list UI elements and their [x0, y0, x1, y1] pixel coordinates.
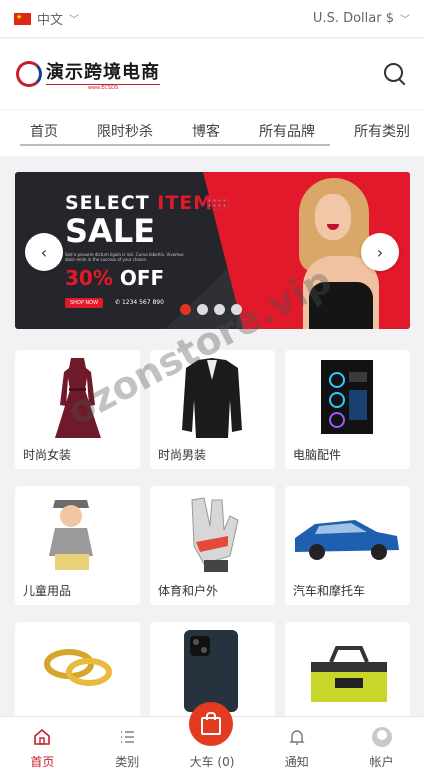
toolbag-image: [311, 646, 387, 702]
tab-notifications-label: 通知: [284, 755, 309, 769]
carousel-dot[interactable]: [214, 304, 225, 315]
category-card-kids[interactable]: 儿童用品: [15, 486, 140, 605]
category-card-mens-fashion[interactable]: 时尚男装: [150, 350, 275, 469]
decorative-dots: [207, 198, 229, 210]
nav-item-categories[interactable]: 所有类别: [354, 121, 410, 141]
blazer-image: [182, 358, 242, 438]
search-button[interactable]: [382, 61, 408, 87]
carousel-next-button[interactable]: ›: [361, 233, 399, 271]
logo-subtitle: www.ECSDS: [46, 83, 160, 91]
category-label: 电脑配件: [293, 448, 342, 462]
tab-account[interactable]: 帐户: [339, 717, 424, 775]
carousel-dots: [180, 304, 242, 315]
dress-image: [55, 358, 101, 438]
tab-account-label: 帐户: [369, 755, 394, 769]
chevron-down-icon: ﹀: [400, 15, 410, 26]
nav-item-brands[interactable]: 所有品牌: [259, 121, 315, 141]
tab-categories-label: 类别: [115, 755, 140, 769]
carousel-prev-button[interactable]: ‹: [25, 233, 63, 271]
rings-image: [44, 649, 112, 686]
nav-item-flash-sale[interactable]: 限时秒杀: [97, 121, 153, 141]
category-card-jewelry[interactable]: [15, 622, 140, 722]
logo-icon: [16, 61, 42, 87]
currency-label: U.S. Dollar $: [312, 11, 394, 26]
cart-button[interactable]: [189, 702, 233, 746]
tab-categories[interactable]: 类别: [85, 717, 170, 775]
category-card-womens-fashion[interactable]: 时尚女装: [15, 350, 140, 469]
list-icon: [121, 731, 135, 743]
language-label: 中文: [37, 13, 64, 28]
phone-image: [184, 630, 238, 712]
header: 演示跨境电商 www.ECSDS: [0, 39, 424, 109]
category-label: 体育和户外: [158, 584, 219, 598]
carousel-dot[interactable]: [231, 304, 242, 315]
carousel-dot[interactable]: [197, 304, 208, 315]
bell-icon: [289, 730, 305, 745]
shopping-bag-icon: [201, 712, 221, 735]
banner-sale: SALE: [65, 212, 156, 250]
chevron-right-icon: ›: [376, 242, 384, 262]
banner-headline: SELECT ITEM: [65, 192, 214, 214]
china-flag-icon: [14, 12, 31, 25]
nav-scrollbar[interactable]: [20, 144, 330, 146]
shop-now-button[interactable]: SHOP NOW: [65, 298, 103, 308]
category-card-sports[interactable]: 体育和户外: [150, 486, 275, 605]
chevron-down-icon: ﹀: [69, 15, 80, 26]
category-label: 时尚男装: [158, 448, 207, 462]
category-label: 儿童用品: [23, 584, 72, 598]
pc-case-image: [321, 360, 373, 434]
tab-home-label: 首页: [30, 755, 55, 769]
language-selector[interactable]: 中文 ﹀: [14, 9, 79, 28]
kid-image: [49, 500, 93, 570]
gloves-image: [191, 497, 239, 572]
category-label: 时尚女装: [23, 448, 72, 462]
avatar-icon: [371, 727, 392, 747]
top-bar: 中文 ﹀ U.S. Dollar $ ﹀: [0, 0, 424, 38]
tab-notifications[interactable]: 通知: [254, 717, 339, 775]
banner-description: Sed a posuere dictum ligula is nisi. Cur…: [65, 252, 184, 262]
chevron-left-icon: ‹: [40, 242, 48, 262]
home-icon: [34, 728, 51, 745]
category-label: 汽车和摩托车: [293, 584, 366, 598]
carousel-dot[interactable]: [180, 304, 191, 315]
tab-home[interactable]: 首页: [0, 717, 85, 775]
nav-item-blog[interactable]: 博客: [192, 121, 220, 141]
category-card-tools[interactable]: [285, 622, 410, 722]
category-card-computer[interactable]: 电脑配件: [285, 350, 410, 469]
car-image: [295, 520, 399, 560]
tab-cart-label: 大车 (0): [189, 755, 235, 769]
currency-selector[interactable]: U.S. Dollar $ ﹀: [313, 11, 410, 26]
category-card-auto[interactable]: 汽车和摩托车: [285, 486, 410, 605]
banner-discount: 30% OFF: [65, 266, 165, 290]
main-nav: 首页 限时秒杀 博客 所有品牌 所有类别: [0, 110, 424, 156]
site-logo[interactable]: 演示跨境电商 www.ECSDS: [16, 58, 160, 91]
banner-phone: ✆ 1234 567 890: [115, 299, 164, 306]
logo-title: 演示跨境电商: [46, 61, 160, 83]
nav-item-home[interactable]: 首页: [30, 121, 58, 141]
